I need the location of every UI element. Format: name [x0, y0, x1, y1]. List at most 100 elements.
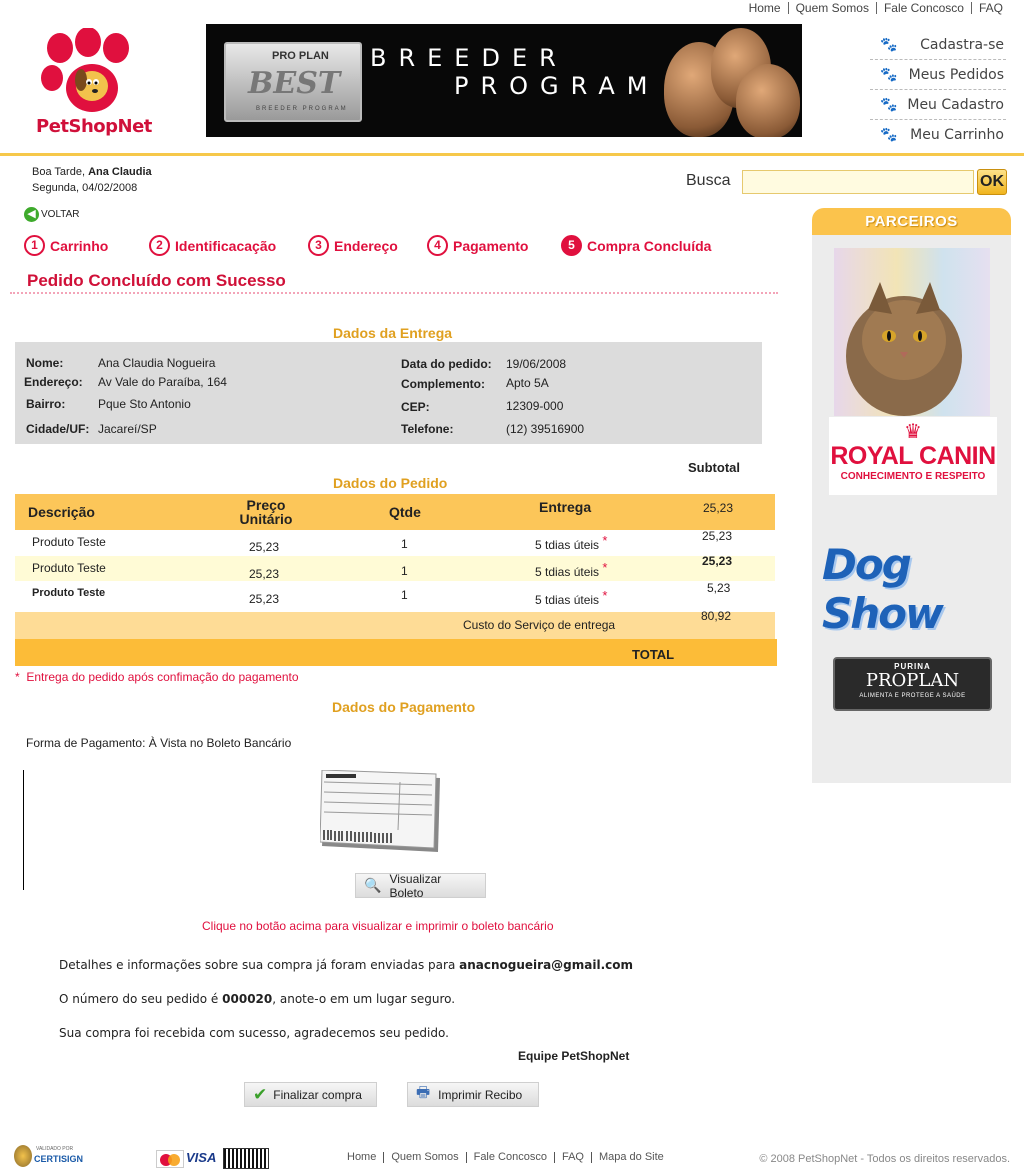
certisign-seal[interactable]: VALIDADO POR CERTISIGN — [14, 1143, 84, 1170]
site-logo[interactable]: PetShopNet — [32, 27, 152, 140]
greeting-name: Ana Claudia — [88, 166, 152, 178]
search-input[interactable] — [742, 170, 974, 194]
certisign-validated-label: VALIDADO POR — [36, 1146, 74, 1152]
breeder-program-banner[interactable]: PRO PLAN BEST BREEDER PROGRAM BREEDER PR… — [206, 24, 802, 137]
row-subtotal: 25,23 — [702, 529, 733, 543]
back-arrow-icon: ◀ — [24, 207, 39, 222]
footer-fale-conosco[interactable]: Fale Concosco — [467, 1152, 555, 1163]
nome-value: Ana Claudia Nogueira — [98, 356, 216, 370]
royal-canin-logo[interactable]: ♛ ROYAL CANIN CONHECIMENTO E RESPEITO — [829, 417, 997, 495]
footer-home[interactable]: Home — [340, 1152, 385, 1163]
top-nav-home[interactable]: Home — [742, 2, 789, 14]
logo-text: PetShopNet — [36, 116, 152, 137]
row-preco: 25,23 — [249, 540, 280, 554]
cat-image — [736, 64, 800, 137]
entrega-text: 5 tdias úteis — [535, 593, 600, 607]
finish-label: Finalizar compra — [273, 1087, 362, 1102]
shipping-row: Custo do Serviço de entrega 80,92 — [15, 609, 775, 639]
nome-label: Nome: — [26, 356, 64, 370]
view-boleto-button[interactable]: 🔍 Visualizar Boleto — [355, 871, 486, 900]
view-boleto-label: Visualizar Boleto — [389, 871, 442, 900]
banner-line2: PROGRAM — [454, 72, 660, 100]
royal-canin-name: ROYAL CANIN — [830, 442, 996, 470]
shipping-label: Custo do Serviço de entrega — [463, 618, 616, 632]
details-prefix: Detalhes e informações sobre sua compra … — [59, 958, 456, 972]
proplan-name: PROPLAN — [865, 670, 960, 691]
top-nav-quem-somos[interactable]: Quem Somos — [789, 2, 877, 14]
step-label: Identificacação — [175, 237, 277, 254]
royal-canin-cat-image[interactable] — [834, 248, 990, 416]
total-label: TOTAL — [632, 647, 675, 662]
table-row: Produto Teste 25,23 1 5 tdias úteis * 5,… — [15, 581, 775, 607]
certisign-name: CERTISIGN — [34, 1154, 84, 1164]
col-preco: Preço Unitário — [239, 497, 293, 527]
paw-icon: 🐾 — [880, 66, 898, 83]
col-qtde: Qtde — [389, 504, 421, 520]
nav-meu-carrinho[interactable]: 🐾 Meu Carrinho — [870, 120, 1006, 150]
search-label: Busca — [686, 172, 731, 189]
dog-show-logo[interactable]: Dog Show — [822, 540, 1024, 638]
nav-cadastra-se[interactable]: 🐾 Cadastra-se — [870, 30, 1006, 60]
complemento-value: Apto 5A — [506, 376, 549, 390]
row-entrega: 5 tdias úteis * — [535, 560, 607, 579]
banner-line1: BREEDER — [370, 44, 568, 72]
paw-icon: 🐾 — [880, 127, 898, 143]
order-prefix: O número do seu pedido é — [59, 992, 219, 1006]
page-title: Pedido Concluído com Sucesso — [27, 271, 286, 290]
details-message: Detalhes e informações sobre sua compra … — [59, 958, 633, 972]
row-desc: Produto Teste — [32, 587, 106, 599]
nav-meus-pedidos[interactable]: 🐾 Meus Pedidos — [870, 60, 1006, 90]
top-nav-faq[interactable]: FAQ — [972, 2, 1010, 14]
note-text: Entrega do pedido após confimação do pag… — [26, 670, 299, 684]
printer-icon: 🖶 — [416, 1084, 431, 1101]
check-icon: ✔ — [253, 1084, 268, 1104]
step-number: 3 — [308, 235, 329, 256]
proplan-logo[interactable]: PURINA PROPLAN ALIMENTA E PROTEGE A SAÚD… — [833, 657, 992, 711]
nav-label: Cadastra-se — [920, 36, 1004, 53]
cidade-value: Jacareí/SP — [98, 422, 157, 436]
step-pagamento: 4 Pagamento — [427, 235, 528, 256]
telefone-value: (12) 39516900 — [506, 422, 585, 436]
back-link[interactable]: ◀ VOLTAR — [24, 207, 80, 222]
banner-brand-main: BEST — [248, 66, 341, 101]
user-nav: 🐾 Cadastra-se 🐾 Meus Pedidos 🐾 Meu Cadastro… — [870, 30, 1006, 150]
asterisk: * — [15, 670, 20, 684]
row-subtotal: 5,23 — [707, 581, 731, 595]
bairro-label: Bairro: — [26, 397, 66, 411]
back-label: VOLTAR — [41, 209, 80, 220]
paw-icon: 🐾 — [880, 36, 898, 53]
header-subtotal: 25,23 — [703, 501, 734, 515]
paw-logo-icon — [41, 27, 129, 112]
step-number: 4 — [427, 235, 448, 256]
step-label: Compra Concluída — [587, 237, 712, 254]
row-qtde: 1 — [401, 564, 408, 578]
cat-photo-icon — [846, 282, 962, 416]
footer-faq[interactable]: FAQ — [555, 1152, 592, 1163]
proplan-best-badge: PRO PLAN BEST BREEDER PROGRAM — [224, 42, 362, 122]
footer-mapa-site[interactable]: Mapa do Site — [592, 1152, 671, 1163]
greeting-date: Segunda, 04/02/2008 — [32, 182, 138, 194]
data-label: Data do pedido: — [401, 357, 492, 371]
top-nav-fale-conosco[interactable]: Fale Concosco — [877, 2, 972, 14]
data-value: 19/06/2008 — [506, 357, 567, 371]
col-entrega: Entrega — [539, 499, 592, 515]
nav-meu-cadastro[interactable]: 🐾 Meu Cadastro — [870, 90, 1006, 120]
top-nav: Home Quem Somos Fale Concosco FAQ — [742, 0, 1010, 16]
delivery-section-title: Dados da Entrega — [333, 325, 453, 341]
footer-nav: Home Quem Somos Fale Concosco FAQ Mapa d… — [340, 1152, 671, 1163]
search-ok-button[interactable]: OK — [977, 169, 1007, 195]
delivery-box: Nome: Ana Claudia Nogueira Endereço: Av … — [15, 342, 762, 444]
print-receipt-button[interactable]: 🖶 Imprimir Recibo — [407, 1082, 539, 1107]
asterisk: * — [602, 588, 608, 603]
entrega-text: 5 tdias úteis — [535, 565, 600, 579]
finish-purchase-button[interactable]: ✔ Finalizar compra — [244, 1082, 377, 1107]
entrega-text: 5 tdias úteis — [535, 538, 600, 552]
footer-quem-somos[interactable]: Quem Somos — [384, 1152, 467, 1163]
mastercard-icon — [156, 1150, 184, 1168]
delivery-note: * Entrega do pedido após confimação do p… — [15, 670, 299, 684]
row-preco: 25,23 — [249, 567, 280, 581]
row-entrega: 5 tdias úteis * — [535, 588, 607, 607]
table-row: Produto Teste 25,23 1 5 tdias úteis * 25… — [15, 554, 775, 581]
subtotal-label: Subtotal — [688, 460, 740, 475]
telefone-label: Telefone: — [401, 422, 454, 436]
